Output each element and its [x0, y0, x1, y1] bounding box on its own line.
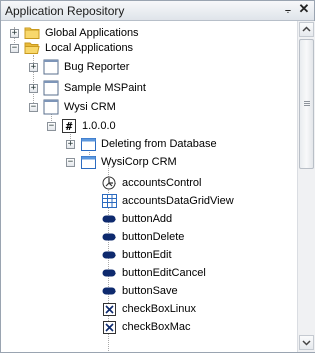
tree-node-wysicorp-crm[interactable]: − WysiCorp CRM: [66, 153, 177, 171]
expand-icon[interactable]: +: [10, 28, 19, 38]
tree-node-sample-mspaint[interactable]: + Sample MSPaint: [29, 79, 146, 97]
button-icon: [101, 247, 117, 263]
tree-node-label: Bug Reporter: [64, 61, 130, 73]
pin-icon[interactable]: ⨪: [282, 3, 294, 17]
collapse-icon[interactable]: −: [29, 102, 38, 112]
tree-node-label: checkBoxLinux: [122, 303, 196, 315]
tree-node-label: buttonSave: [122, 285, 178, 297]
tree-node-version[interactable]: − # 1.0.0.0: [47, 117, 116, 135]
tree-node-label: Global Applications: [45, 27, 139, 39]
tree-node-label: Sample MSPaint: [64, 82, 146, 94]
tree-node-buttoneditcancel[interactable]: buttonEditCancel: [101, 264, 206, 282]
tree-node-label: accountsDataGridView: [122, 195, 234, 207]
scroll-down-button[interactable]: [299, 335, 314, 350]
chevron-up-icon: [302, 26, 311, 32]
vertical-scrollbar[interactable]: [297, 21, 315, 352]
tree-node-checkboxmac[interactable]: checkBoxMac: [101, 318, 190, 336]
grid-icon: [101, 193, 117, 209]
control-icon: [101, 175, 117, 191]
tree-node-buttonedit[interactable]: buttonEdit: [101, 246, 172, 264]
tree-node-accountsdatagridview[interactable]: accountsDataGridView: [101, 192, 234, 210]
scroll-thumb[interactable]: [299, 39, 314, 169]
tree-node-label: Local Applications: [45, 42, 134, 54]
button-icon: [101, 283, 117, 299]
tree-node-deleting-from-database[interactable]: + Deleting from Database: [66, 135, 217, 153]
tree-node-label: checkBoxMac: [122, 321, 191, 333]
scroll-up-button[interactable]: [299, 22, 314, 37]
tree-node-wysi-crm[interactable]: − Wysi CRM: [29, 98, 116, 116]
collapse-icon[interactable]: −: [10, 43, 19, 53]
tree-node-label: Deleting from Database: [101, 138, 217, 150]
tree-node-local-applications[interactable]: − Local Applications: [10, 39, 133, 57]
application-repository-panel: Application Repository ⨪ ✕ + Global Appl…: [0, 0, 315, 353]
repository-tree[interactable]: + Global Applications − Local Applicatio…: [1, 21, 296, 352]
tree-node-label: buttonEditCancel: [122, 267, 206, 279]
tree-node-label: buttonEdit: [122, 249, 172, 261]
tree-node-label: buttonAdd: [122, 213, 173, 225]
checkbox-icon: [101, 301, 117, 317]
folder-open-icon: [24, 40, 40, 56]
tree-node-buttonsave[interactable]: buttonSave: [101, 282, 178, 300]
tree-node-label: accountsControl: [122, 177, 202, 189]
tree-node-label: 1.0.0.0: [82, 120, 116, 132]
tree-node-checkboxlinux[interactable]: checkBoxLinux: [101, 300, 196, 318]
tree-node-buttondelete[interactable]: buttonDelete: [101, 228, 184, 246]
tree-node-accountscontrol[interactable]: accountsControl: [101, 174, 202, 192]
window-icon: [43, 80, 59, 96]
panel-title: Application Repository: [5, 4, 125, 18]
tree-node-label: Wysi CRM: [64, 101, 116, 113]
chevron-down-icon: [302, 340, 311, 346]
expand-icon[interactable]: +: [29, 83, 38, 93]
window-icon: [43, 59, 59, 75]
button-icon: [101, 265, 117, 281]
tree-node-label: WysiCorp CRM: [101, 156, 177, 168]
collapse-icon[interactable]: −: [66, 157, 75, 167]
expand-icon[interactable]: +: [29, 62, 38, 72]
form-icon: [80, 136, 96, 152]
version-icon: #: [61, 118, 77, 134]
panel-titlebar: Application Repository ⨪ ✕: [1, 1, 314, 21]
close-icon[interactable]: ✕: [298, 2, 310, 16]
button-icon: [101, 229, 117, 245]
expand-icon[interactable]: +: [66, 139, 75, 149]
button-icon: [101, 211, 117, 227]
tree-node-buttonadd[interactable]: buttonAdd: [101, 210, 172, 228]
svg-text:#: #: [66, 120, 73, 133]
window-icon: [43, 99, 59, 115]
form-icon: [80, 154, 96, 170]
tree-node-bug-reporter[interactable]: + Bug Reporter: [29, 58, 129, 76]
tree-node-label: buttonDelete: [122, 231, 185, 243]
checkbox-icon: [101, 319, 117, 335]
collapse-icon[interactable]: −: [47, 121, 56, 131]
